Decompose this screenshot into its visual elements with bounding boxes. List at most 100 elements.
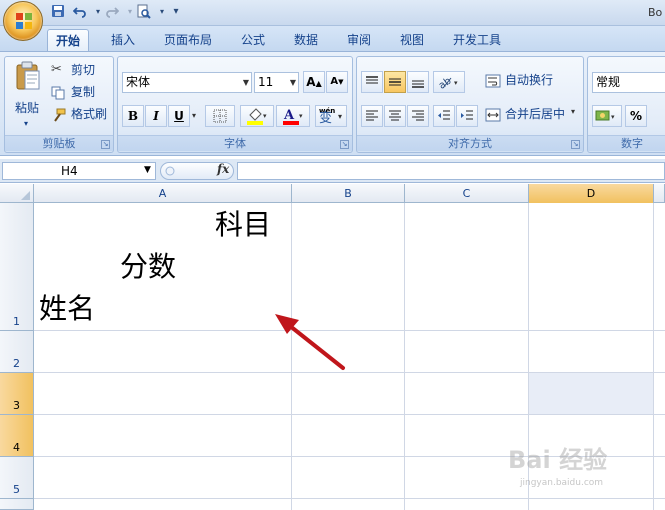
- merge-center-icon: [485, 108, 501, 122]
- row-header-6[interactable]: [0, 499, 34, 510]
- row-header-3[interactable]: 3: [0, 373, 34, 415]
- tab-formulas[interactable]: 公式: [233, 29, 273, 52]
- column-header-b[interactable]: B: [292, 184, 405, 203]
- align-left-button[interactable]: [361, 105, 383, 127]
- redo-icon[interactable]: [104, 4, 120, 20]
- fill-color-button[interactable]: ▾: [240, 105, 274, 127]
- shrink-font-button[interactable]: A▼: [326, 71, 348, 93]
- font-name-select[interactable]: 宋体 ▼: [122, 72, 252, 93]
- font-name-value: 宋体: [126, 75, 151, 89]
- row-header-4[interactable]: 4: [0, 415, 34, 457]
- title-bar: ▾ ▾ ▾ ▾ Bo: [0, 0, 665, 26]
- clipboard-group: 粘贴 ▾ ✂ 剪切 复制 格式刷 剪贴板 ↘: [4, 56, 114, 153]
- copy-label: 复制: [71, 85, 96, 99]
- ribbon: 粘贴 ▾ ✂ 剪切 复制 格式刷 剪贴板 ↘ 宋体 ▼ 11 ▼ A▲ A▼ B…: [0, 51, 665, 156]
- grow-font-button[interactable]: A▲: [303, 71, 325, 93]
- percent-button[interactable]: %: [625, 105, 647, 127]
- save-icon[interactable]: [50, 4, 66, 20]
- cell-d3-highlight[interactable]: [529, 373, 654, 414]
- svg-text:▾: ▾: [299, 112, 303, 120]
- format-painter-icon: [54, 108, 66, 122]
- grow-font-label: A: [306, 75, 316, 89]
- paint-bucket-icon: ▾: [247, 108, 267, 125]
- font-group-label: 字体: [118, 135, 352, 151]
- merge-dropdown-icon: ▾: [571, 107, 576, 116]
- paste-label: 粘贴: [15, 101, 40, 115]
- cell-a1[interactable]: 科目 分数 姓名: [34, 203, 291, 330]
- italic-button[interactable]: I: [145, 105, 167, 127]
- orientation-button[interactable]: ab ▾: [433, 71, 465, 93]
- office-logo-icon: [16, 13, 32, 29]
- align-left-icon: [366, 110, 378, 121]
- row-number: 1: [13, 315, 20, 328]
- currency-icon: ▾: [595, 110, 615, 121]
- tab-data[interactable]: 数据: [286, 29, 326, 52]
- office-button[interactable]: [3, 1, 43, 41]
- increase-indent-button[interactable]: [456, 105, 478, 127]
- column-header-e[interactable]: [654, 184, 665, 203]
- formula-bar: H4 ▼ fx: [0, 159, 665, 183]
- wrap-text-label: 自动换行: [505, 73, 554, 87]
- borders-button[interactable]: [205, 105, 235, 127]
- font-size-value: 11: [258, 75, 274, 89]
- align-center-button[interactable]: [384, 105, 406, 127]
- decrease-indent-icon: [438, 110, 450, 120]
- paste-icon: [16, 61, 40, 90]
- column-header-a[interactable]: A: [34, 184, 292, 203]
- font-color-icon: A ▾: [283, 108, 303, 125]
- align-top-icon: [366, 76, 378, 84]
- row-number: 5: [13, 483, 20, 496]
- merge-center-label: 合并后居中: [505, 107, 566, 121]
- bold-button[interactable]: B: [122, 105, 144, 127]
- alignment-launcher-icon[interactable]: ↘: [571, 140, 580, 149]
- align-bottom-button[interactable]: [407, 71, 429, 93]
- tab-page-layout[interactable]: 页面布局: [156, 29, 220, 52]
- svg-text:▾: ▾: [454, 79, 458, 87]
- row-number: 3: [13, 399, 20, 412]
- grid-line: [404, 203, 405, 510]
- annotation-arrow-icon: [275, 314, 345, 370]
- align-right-button[interactable]: [407, 105, 429, 127]
- column-header-c[interactable]: C: [405, 184, 529, 203]
- tab-insert[interactable]: 插入: [103, 29, 143, 52]
- formula-input[interactable]: [237, 162, 665, 180]
- phonetic-char-label: 变: [319, 111, 333, 126]
- grid-line: [653, 203, 654, 510]
- insert-function-icon[interactable]: fx: [217, 162, 229, 176]
- undo-icon[interactable]: [72, 4, 88, 20]
- font-group: 宋体 ▼ 11 ▼ A▲ A▼ B I U ▾ ▾ A ▾ wén 变 ▾ 字体…: [117, 56, 353, 153]
- clipboard-launcher-icon[interactable]: ↘: [101, 140, 110, 149]
- row-header-2[interactable]: 2: [0, 331, 34, 373]
- underline-button[interactable]: U: [168, 105, 190, 127]
- tab-view[interactable]: 视图: [392, 29, 432, 52]
- paste-button[interactable]: 粘贴 ▾: [9, 59, 47, 133]
- font-size-select[interactable]: 11 ▼: [254, 72, 299, 93]
- phonetic-button[interactable]: wén 变 ▾: [315, 105, 347, 127]
- accounting-format-button[interactable]: ▾: [592, 105, 622, 127]
- tab-developer[interactable]: 开发工具: [445, 29, 509, 52]
- column-header-d[interactable]: D: [529, 184, 654, 203]
- number-format-select[interactable]: 常规: [592, 72, 665, 93]
- align-middle-button[interactable]: [384, 71, 406, 93]
- decrease-indent-button[interactable]: [433, 105, 455, 127]
- tab-review[interactable]: 审阅: [339, 29, 379, 52]
- row-header-1[interactable]: 1: [0, 203, 34, 331]
- watermark-url: jingyan.baidu.com: [520, 478, 604, 488]
- underline-dropdown-icon[interactable]: ▾: [192, 111, 196, 120]
- font-launcher-icon[interactable]: ↘: [340, 140, 349, 149]
- cell-a1-subject-text: 科目: [215, 208, 272, 241]
- row-header-5[interactable]: 5: [0, 457, 34, 499]
- customize-qat-icon[interactable]: ▾: [168, 4, 184, 20]
- cut-label: 剪切: [71, 63, 96, 77]
- select-all-button[interactable]: [0, 184, 34, 203]
- number-group-label: 数字: [588, 135, 665, 151]
- circle-handle-icon: [165, 166, 175, 176]
- name-box-dropdown-icon[interactable]: ▼: [144, 165, 151, 175]
- tab-home[interactable]: 开始: [47, 29, 90, 52]
- column-headers: A B C D: [0, 184, 665, 203]
- font-color-button[interactable]: A ▾: [276, 105, 310, 127]
- print-preview-icon[interactable]: [136, 4, 152, 20]
- name-box[interactable]: H4: [2, 162, 156, 180]
- text-orientation-icon: ab ▾: [437, 76, 458, 92]
- align-top-button[interactable]: [361, 71, 383, 93]
